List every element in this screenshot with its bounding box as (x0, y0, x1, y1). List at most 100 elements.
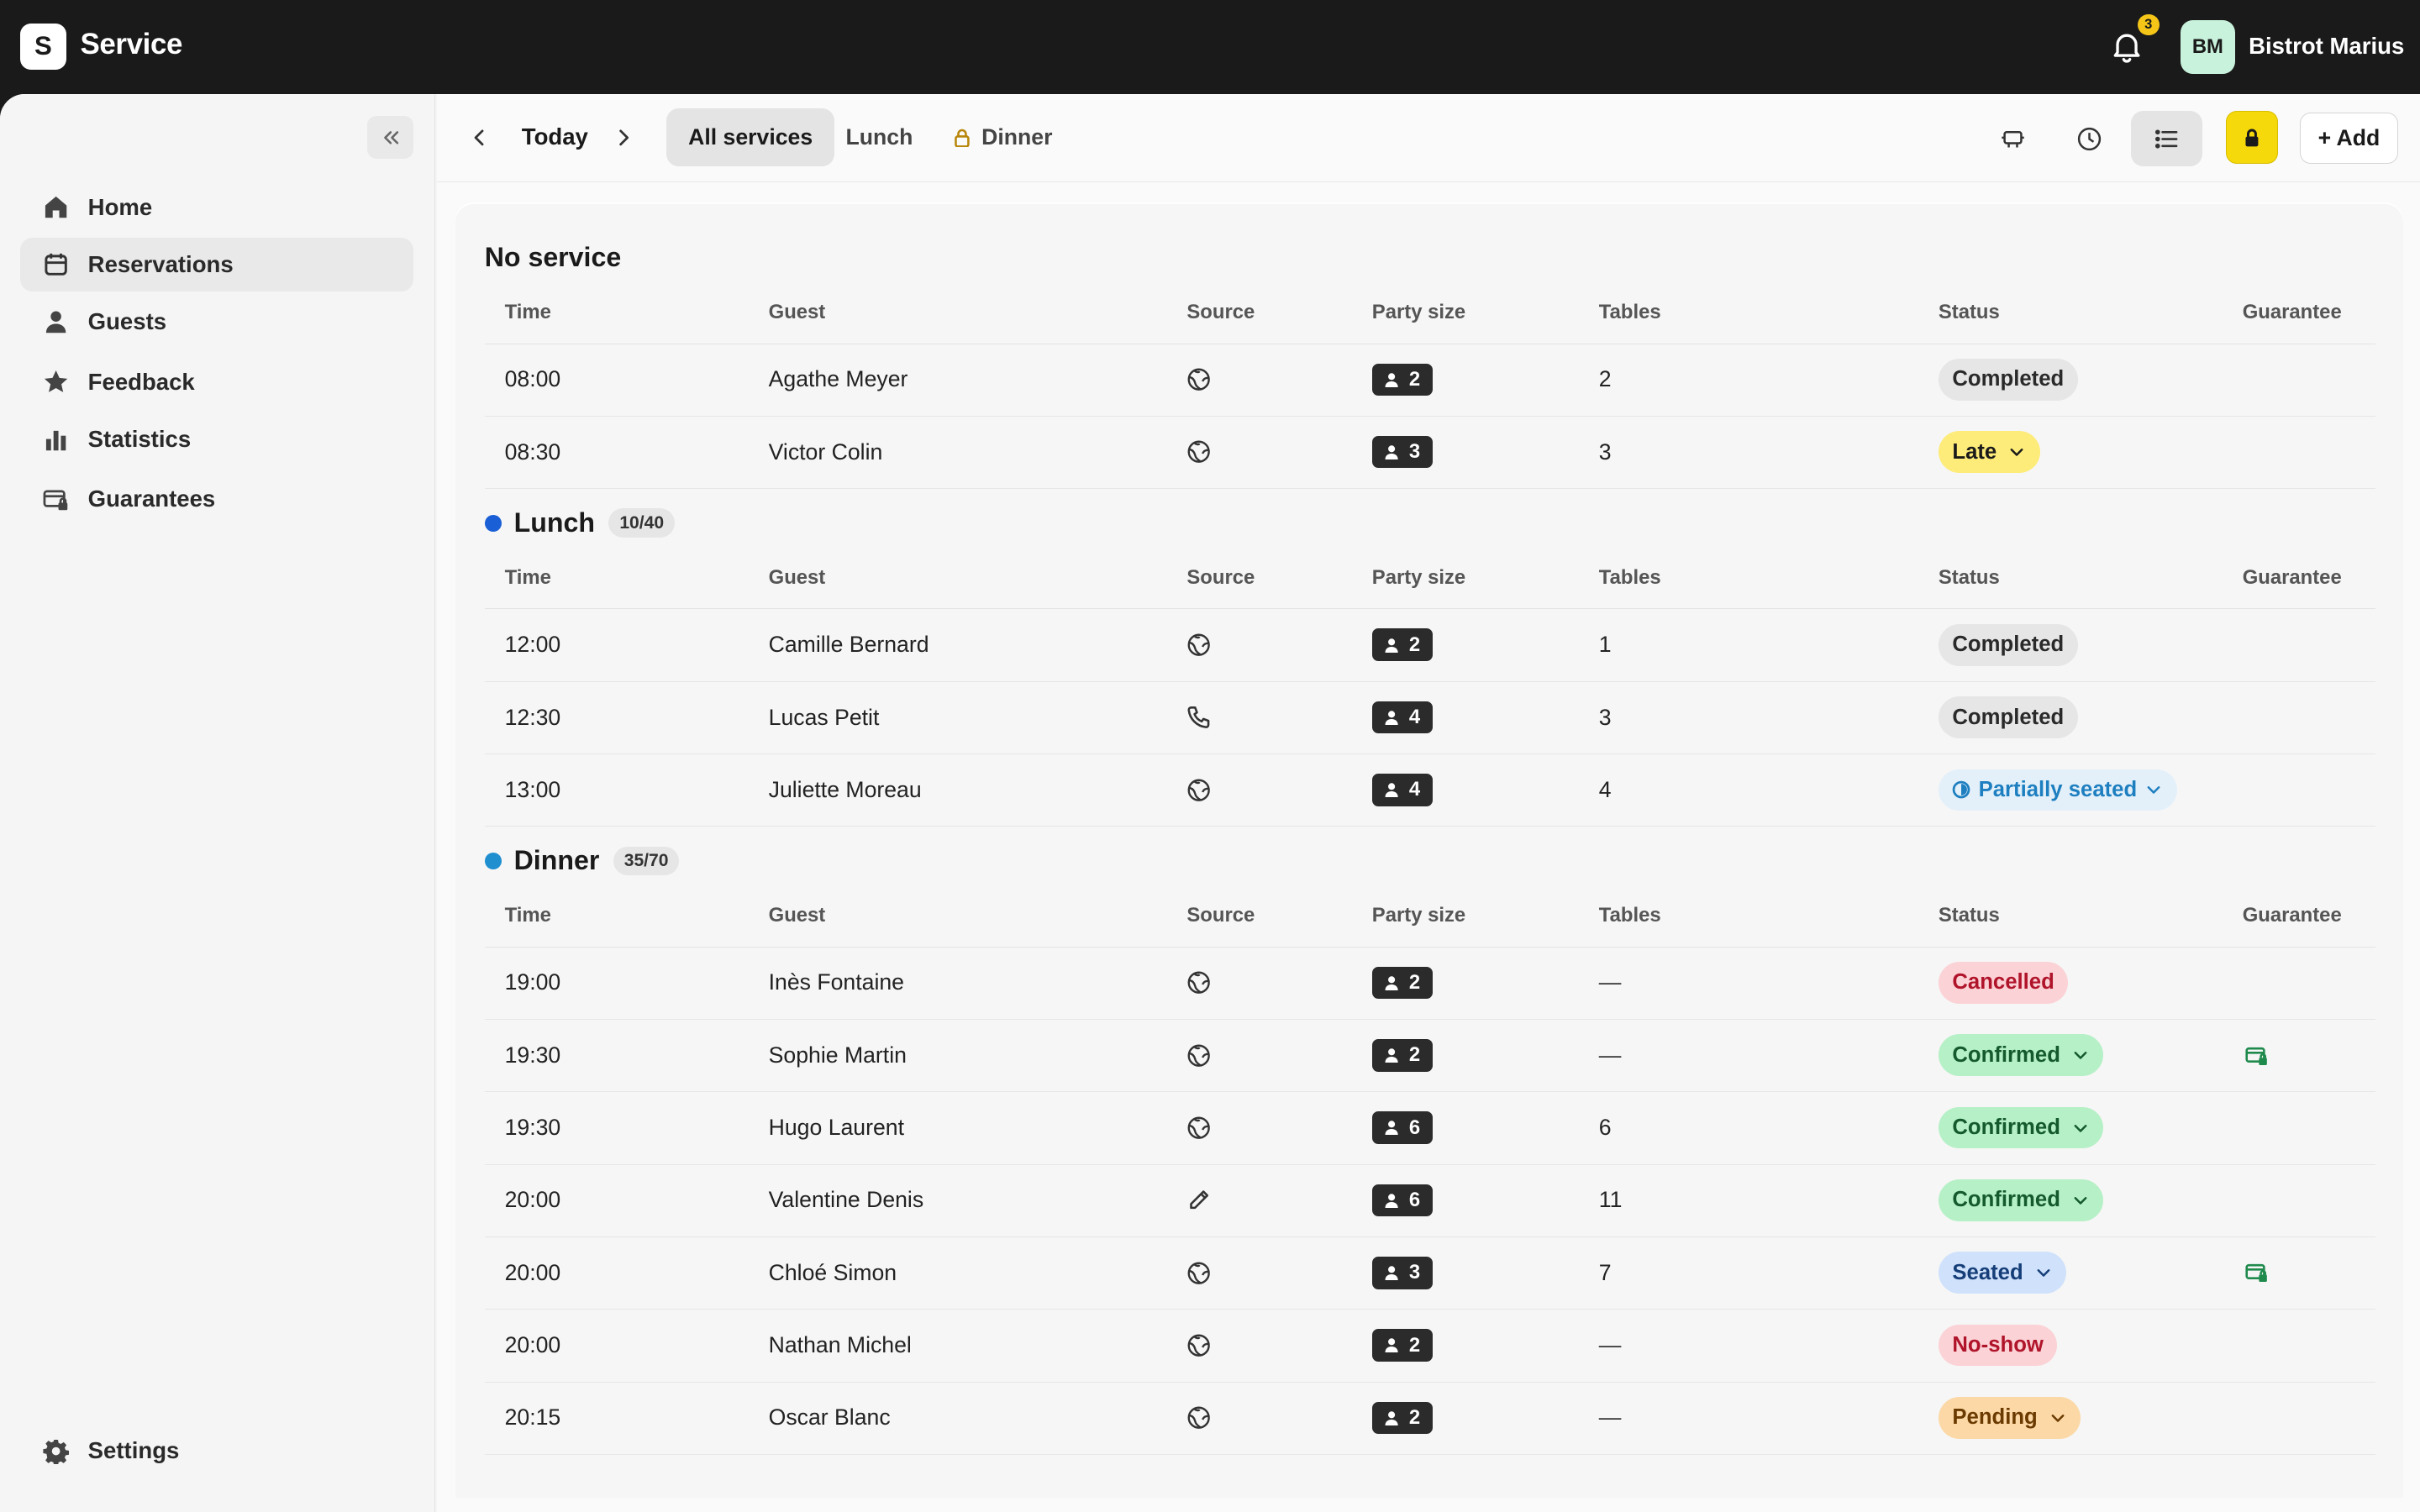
chevron-right-icon (619, 129, 629, 145)
timeline-view-button[interactable] (2054, 111, 2125, 166)
reservation-time: 20:15 (504, 1404, 561, 1431)
sidebar-item-statistics[interactable]: Statistics (20, 412, 413, 465)
current-date-label[interactable]: Today (522, 123, 588, 150)
table-number: 3 (1598, 438, 1612, 465)
column-header-tables[interactable]: Tables (1599, 566, 1661, 590)
table-row[interactable]: 19:00 Inès Fontaine 2 — Cancelled (484, 948, 2375, 1021)
column-header-time[interactable]: Time (505, 566, 551, 590)
source-manual-icon (1186, 1165, 1211, 1236)
reservation-time: 19:30 (504, 1042, 561, 1068)
lock-icon (955, 129, 970, 148)
table-number: 7 (1598, 1259, 1612, 1285)
status-badge[interactable]: Confirmed (1938, 1034, 2104, 1077)
sidebar-item-label: Reservations (87, 250, 234, 277)
tab-all-services[interactable]: All services (666, 108, 834, 167)
table-row[interactable]: 19:30 Hugo Laurent 6 6 Confirmed (484, 1092, 2375, 1165)
status-badge[interactable]: Seated (1938, 1252, 2067, 1294)
table-row[interactable]: 08:30 Victor Colin 3 3 Late (484, 417, 2375, 490)
status-badge[interactable]: Confirmed (1938, 1106, 2104, 1149)
user-name[interactable]: Bistrot Marius (2249, 33, 2404, 60)
sidebar-item-home[interactable]: Home (20, 181, 413, 234)
double-chevron-left-icon (383, 130, 398, 144)
bell-icon[interactable] (2108, 28, 2145, 65)
app-logo[interactable]: S (19, 23, 66, 70)
card-lock-icon (2245, 1047, 2268, 1065)
collapse-sidebar-button[interactable] (367, 115, 414, 160)
table-number: 1 (1598, 632, 1612, 658)
party-size-value: 2 (1408, 970, 1421, 994)
party-size-badge: 2 (1371, 1401, 1433, 1435)
guest-name: Nathan Michel (768, 1332, 912, 1358)
service-dot (484, 514, 502, 532)
column-header-tables[interactable]: Tables (1599, 904, 1661, 927)
guarantee-icon[interactable] (2245, 1020, 2269, 1090)
column-header-guarantee[interactable]: Guarantee (2243, 904, 2342, 927)
avatar[interactable]: BM (2181, 19, 2235, 75)
party-size-badge: 3 (1371, 1256, 1433, 1289)
sidebar-item-label: Feedback (87, 368, 195, 395)
column-header-party[interactable]: Party size (1372, 904, 1465, 927)
person-icon (46, 311, 66, 333)
column-header-status[interactable]: Status (1939, 301, 2000, 324)
section-title: No service (485, 242, 622, 273)
table-row[interactable]: 20:00 Valentine Denis 6 11 Confirmed (484, 1165, 2375, 1237)
column-header-time[interactable]: Time (505, 301, 551, 324)
status-badge[interactable]: Partially seated (1938, 769, 2177, 811)
next-day-button[interactable] (608, 122, 639, 153)
tab-dinner[interactable]: Dinner (931, 108, 1075, 167)
sidebar-item-guarantees[interactable]: Guarantees (20, 472, 413, 526)
table-row[interactable]: 08:00 Agathe Meyer 2 2 Completed (484, 344, 2375, 417)
table-row[interactable]: 12:00 Camille Bernard 2 1 Completed (484, 609, 2375, 682)
party-size-value: 2 (1408, 1333, 1421, 1357)
table-row[interactable]: 13:00 Juliette Moreau 4 4 Partially seated (484, 754, 2375, 827)
column-header-source[interactable]: Source (1186, 904, 1255, 927)
sidebar-item-feedback[interactable]: Feedback (20, 354, 413, 408)
capacity-count-badge: 35/70 (613, 846, 680, 876)
sidebar-item-reservations[interactable]: Reservations (19, 237, 414, 292)
guest-name: Juliette Moreau (768, 776, 922, 802)
table-row[interactable]: 19:30 Sophie Martin 2 — Confirmed (484, 1020, 2375, 1093)
column-header-guarantee[interactable]: Guarantee (2243, 566, 2342, 590)
column-header-guarantee[interactable]: Guarantee (2243, 301, 2342, 324)
previous-day-button[interactable] (465, 122, 496, 153)
column-header-party[interactable]: Party size (1372, 301, 1465, 324)
source-web-icon (1186, 1237, 1211, 1308)
status-badge: Cancelled (1938, 962, 2069, 1004)
status-badge[interactable]: Late (1938, 431, 2040, 473)
reservation-time: 19:00 (504, 969, 561, 995)
party-size-badge: 2 (1371, 1038, 1433, 1072)
column-header-source[interactable]: Source (1186, 566, 1255, 590)
status-badge[interactable]: Confirmed (1938, 1179, 2104, 1221)
sidebar-item-settings[interactable]: Settings (20, 1424, 413, 1478)
tab-lunch[interactable]: Lunch (824, 108, 934, 167)
table-number: — (1598, 1042, 1622, 1068)
table-row[interactable]: 12:30 Lucas Petit 4 3 Completed (484, 682, 2375, 755)
sidebar-item-label: Guests (87, 307, 167, 334)
list-view-button[interactable] (2131, 111, 2202, 167)
add-reservation-button[interactable]: + Add (2299, 113, 2399, 164)
person-icon (1385, 783, 1398, 798)
party-size-badge: 2 (1371, 628, 1433, 661)
guarantee-icon[interactable] (2245, 1237, 2269, 1308)
column-header-source[interactable]: Source (1186, 301, 1255, 324)
column-header-status[interactable]: Status (1939, 904, 2000, 927)
table-row[interactable]: 20:00 Nathan Michel 2 — No-show (484, 1310, 2375, 1383)
floor-plan-view-button[interactable] (1977, 111, 2048, 166)
lock-service-button[interactable] (2225, 111, 2278, 164)
party-size-value: 2 (1408, 633, 1421, 656)
table-number: 11 (1598, 1187, 1623, 1213)
sidebar-item-guests[interactable]: Guests (20, 295, 413, 349)
column-header-guest[interactable]: Guest (769, 904, 826, 927)
column-header-guest[interactable]: Guest (769, 301, 826, 324)
column-header-tables[interactable]: Tables (1599, 301, 1661, 324)
app-title: Service (80, 28, 183, 61)
source-web-icon (1186, 344, 1211, 415)
column-header-time[interactable]: Time (505, 904, 551, 927)
source-web-icon (1186, 1092, 1211, 1163)
column-header-party[interactable]: Party size (1372, 566, 1465, 590)
table-row[interactable]: 20:15 Oscar Blanc 2 — Pending (484, 1383, 2375, 1455)
table-row[interactable]: 20:00 Chloé Simon 3 7 Seated (484, 1237, 2375, 1310)
status-badge[interactable]: Pending (1938, 1397, 2081, 1439)
column-header-status[interactable]: Status (1939, 566, 2000, 590)
column-header-guest[interactable]: Guest (769, 566, 826, 590)
